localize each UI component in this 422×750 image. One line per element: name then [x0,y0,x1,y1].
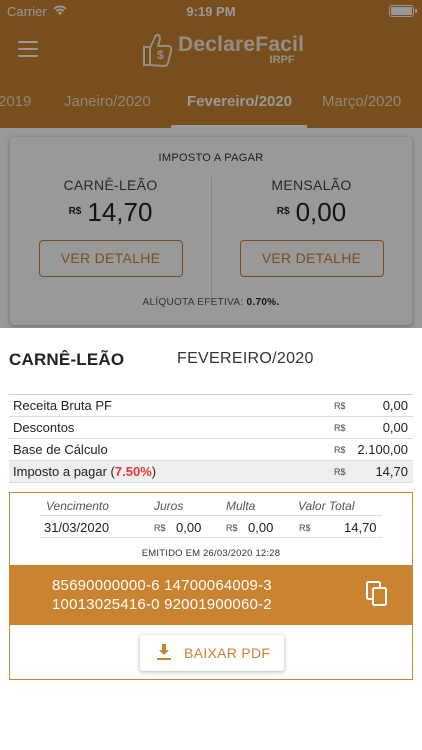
currency-label: R$ [68,206,82,217]
emitted-date: EMITIDO EM 26/03/2020 12:28 [141,548,281,559]
row-label-start: Imposto a pagar ( [13,464,115,479]
mensalao-amount: R$ 0,00 [211,197,412,228]
carne-leao-amount: R$ 14,70 [10,197,211,228]
logo-title: DeclareFacil [178,32,305,56]
mensalao-value: 0,00 [295,197,347,227]
download-pdf-button[interactable]: BAIXAR PDF [140,635,284,671]
tab-2019[interactable]: 2019 [0,93,31,110]
barcode-line-2: 10013025416-0 92001900060-2 [52,596,272,613]
tab-marco-2020[interactable]: Março/2020 [322,93,401,110]
row-currency: R$ [334,445,346,455]
table-row: Base de Cálculo R$ 2.100,00 [9,439,413,461]
row-value: 0,00 [382,398,408,413]
sheet-period: FEVEREIRO/2020 [177,350,314,367]
multa-currency: R$ [226,523,238,533]
copy-icon[interactable] [366,581,388,607]
summary-card: IMPOSTO A PAGAR CARNÊ-LEÃO R$ 14,70 VER D… [10,137,412,325]
currency-label: R$ [276,206,290,217]
row-label: Base de Cálculo [13,442,108,457]
row-label: Receita Bruta PF [13,398,112,413]
tab-fevereiro-2020[interactable]: Fevereiro/2020 [187,93,292,110]
tax-table: Receita Bruta PF R$ 0,00 Descontos R$ 0,… [9,394,413,483]
juros-currency: R$ [154,523,166,533]
app-logo: $ DeclareFacil IRPF [138,28,304,72]
sheet-header: CARNÊ-LEÃO FEVEREIRO/2020 [9,350,413,370]
boleto-box: Vencimento Juros Multa Valor Total 31/03… [9,492,413,680]
aliquota-efetiva: ALÍQUOTA EFETIVA: 0.70%. [10,297,412,308]
status-bar: Carrier 9:19 PM [0,0,422,22]
clock: 9:19 PM [186,4,236,19]
barcode-text: 85690000000-6 14700064009-3 10013025416-… [52,576,272,614]
row-label-end: ) [151,464,157,479]
juros-value: 0,00 [176,520,202,535]
row-value: 2.100,00 [357,442,408,457]
tab-janeiro-2020[interactable]: Janeiro/2020 [64,93,151,110]
battery-icon [389,5,417,17]
month-tabs: 2019 Janeiro/2020 Fevereiro/2020 Março/2… [0,80,422,128]
download-pdf-label: BAIXAR PDF [184,645,271,661]
total-currency: R$ [299,523,311,533]
vencimento-value: 31/03/2020 [44,520,110,535]
hamburger-menu-icon[interactable] [18,41,38,57]
row-label: Descontos [13,420,75,435]
carne-leao-detail-button[interactable]: VER DETALHE [38,240,183,277]
row-currency: R$ [334,423,346,433]
carne-leao-column: CARNÊ-LEÃO R$ 14,70 VER DETALHE [10,177,211,277]
mensalao-column: MENSALÃO R$ 0,00 VER DETALHE [211,177,412,277]
table-row-imposto: Imposto a pagar (7.50%) R$ 14,70 [9,461,413,483]
mensalao-label: MENSALÃO [271,177,352,193]
header-juros: Juros [154,499,184,513]
carne-leao-value: 14,70 [87,197,153,227]
download-icon [157,644,171,660]
row-currency: R$ [334,467,346,477]
multa-value: 0,00 [248,520,274,535]
header-valor-total: Valor Total [298,499,355,513]
tax-rate: 7.50% [114,464,152,479]
mensalao-detail-button[interactable]: VER DETALHE [239,240,384,277]
header-vencimento: Vencimento [46,499,109,513]
barcode-line[interactable]: 85690000000-6 14700064009-3 10013025416-… [10,565,412,625]
row-value: 0,00 [382,420,408,435]
logo-subtitle: IRPF [269,53,295,66]
header-multa: Multa [226,499,256,513]
carne-leao-label: CARNÊ-LEÃO [63,177,158,193]
row-label: Imposto a pagar (7.50%) [13,464,156,479]
detail-sheet: CARNÊ-LEÃO FEVEREIRO/2020 Receita Bruta … [0,328,422,750]
svg-text:$: $ [157,48,164,62]
table-row: Descontos R$ 0,00 [9,417,413,439]
sheet-title: CARNÊ-LEÃO [9,350,125,369]
thumbs-up-logo-icon: $ [143,33,173,67]
app-header: $ DeclareFacil IRPF [0,22,422,80]
row-value: 14,70 [375,464,408,479]
summary-title: IMPOSTO A PAGAR [158,152,264,164]
aliquota-value: 0.70%. [246,297,280,308]
boleto-values: 31/03/2020 R$ 0,00 R$ 0,00 R$ 14,70 [40,515,382,538]
table-row: Receita Bruta PF R$ 0,00 [9,395,413,417]
aliquota-label: ALÍQUOTA EFETIVA: [142,297,244,308]
row-currency: R$ [334,401,346,411]
barcode-line-1: 85690000000-6 14700064009-3 [52,577,272,594]
total-value: 14,70 [344,520,377,535]
